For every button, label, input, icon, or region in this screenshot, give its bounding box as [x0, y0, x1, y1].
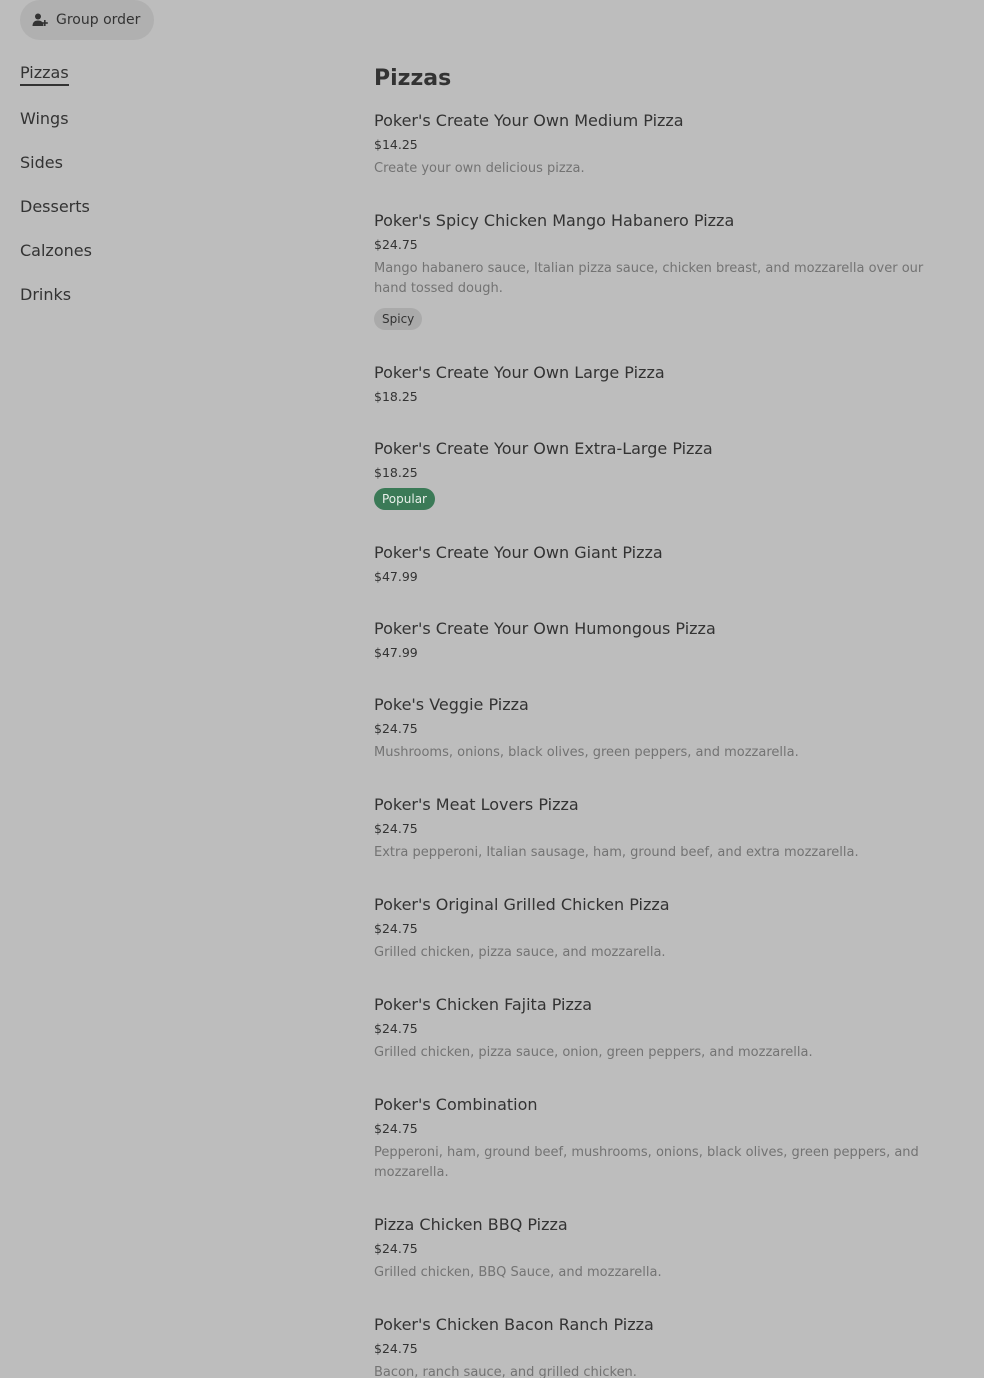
item-price: $14.25 — [374, 137, 418, 152]
item-name: Poke's Veggie Pizza — [374, 695, 529, 714]
menu-item[interactable]: Poker's Original Grilled Chicken Pizza $… — [374, 895, 964, 963]
item-name: Poker's Chicken Fajita Pizza — [374, 995, 593, 1014]
sidebar-item-desserts[interactable]: Desserts — [20, 197, 90, 216]
menu-item[interactable]: Poker's Create Your Own Humongous Pizza … — [374, 619, 964, 662]
menu-item[interactable]: Poke's Veggie Pizza $24.75 Mushrooms, on… — [374, 695, 964, 763]
menu-item[interactable]: Poker's Create Your Own Large Pizza $18.… — [374, 363, 964, 406]
item-price: $24.75 — [374, 237, 418, 252]
item-name: Pizza Chicken BBQ Pizza — [374, 1215, 568, 1234]
item-name: Poker's Chicken Bacon Ranch Pizza — [374, 1315, 654, 1334]
sidebar-item-pizzas[interactable]: Pizzas — [20, 63, 69, 86]
item-description: Mushrooms, onions, black olives, green p… — [374, 745, 799, 760]
menu-item[interactable]: Poker's Combination $24.75 Pepperoni, ha… — [374, 1095, 964, 1183]
item-description: Pepperoni, ham, ground beef, mushrooms, … — [374, 1145, 919, 1180]
menu-item[interactable]: Poker's Create Your Own Giant Pizza $47.… — [374, 543, 964, 586]
item-name: Poker's Create Your Own Extra-Large Pizz… — [374, 439, 713, 458]
item-price: $24.75 — [374, 1341, 418, 1356]
sidebar-item-wings[interactable]: Wings — [20, 109, 69, 128]
menu-item[interactable]: Pizza Chicken BBQ Pizza $24.75 Grilled c… — [374, 1215, 964, 1283]
menu-item[interactable]: Poker's Spicy Chicken Mango Habanero Piz… — [374, 211, 964, 330]
item-price: $47.99 — [374, 645, 418, 660]
menu-item[interactable]: Poker's Create Your Own Extra-Large Pizz… — [374, 439, 964, 510]
item-name: Poker's Create Your Own Humongous Pizza — [374, 619, 716, 638]
item-name: Poker's Meat Lovers Pizza — [374, 795, 579, 814]
item-price: $24.75 — [374, 1121, 418, 1136]
section-title: Pizzas — [374, 66, 452, 91]
item-price: $18.25 — [374, 465, 418, 480]
person-add-icon — [32, 12, 48, 28]
menu-item[interactable]: Poker's Chicken Bacon Ranch Pizza $24.75… — [374, 1315, 964, 1378]
item-name: Poker's Create Your Own Medium Pizza — [374, 111, 684, 130]
popular-badge: Popular — [374, 488, 435, 510]
item-price: $24.75 — [374, 1241, 418, 1256]
item-price: $47.99 — [374, 569, 418, 584]
item-price: $24.75 — [374, 921, 418, 936]
item-price: $24.75 — [374, 821, 418, 836]
menu-item[interactable]: Poker's Create Your Own Medium Pizza $14… — [374, 111, 964, 179]
item-description: Extra pepperoni, Italian sausage, ham, g… — [374, 845, 859, 860]
item-price: $18.25 — [374, 389, 418, 404]
item-description: Bacon, ranch sauce, and grilled chicken. — [374, 1365, 637, 1378]
menu-page: Group order Pizzas Wings Sides Desserts … — [0, 0, 984, 1378]
item-description: Grilled chicken, pizza sauce, onion, gre… — [374, 1045, 813, 1060]
item-price: $24.75 — [374, 1021, 418, 1036]
item-description: Grilled chicken, pizza sauce, and mozzar… — [374, 945, 666, 960]
group-order-button[interactable]: Group order — [20, 0, 154, 40]
menu-item[interactable]: Poker's Chicken Fajita Pizza $24.75 Gril… — [374, 995, 964, 1063]
item-price: $24.75 — [374, 721, 418, 736]
group-order-label: Group order — [56, 12, 141, 28]
item-name: Poker's Create Your Own Large Pizza — [374, 363, 665, 382]
spicy-badge: Spicy — [374, 308, 423, 330]
menu-item[interactable]: Poker's Meat Lovers Pizza $24.75 Extra p… — [374, 795, 964, 863]
item-name: Poker's Create Your Own Giant Pizza — [374, 543, 663, 562]
item-description: Create your own delicious pizza. — [374, 161, 585, 176]
sidebar-item-drinks[interactable]: Drinks — [20, 285, 71, 304]
item-name: Poker's Combination — [374, 1095, 538, 1114]
sidebar-item-sides[interactable]: Sides — [20, 153, 63, 172]
item-description: Grilled chicken, BBQ Sauce, and mozzarel… — [374, 1265, 662, 1280]
item-description: Mango habanero sauce, Italian pizza sauc… — [374, 261, 924, 296]
sidebar-item-calzones[interactable]: Calzones — [20, 241, 92, 260]
item-name: Poker's Original Grilled Chicken Pizza — [374, 895, 670, 914]
item-name: Poker's Spicy Chicken Mango Habanero Piz… — [374, 211, 735, 230]
